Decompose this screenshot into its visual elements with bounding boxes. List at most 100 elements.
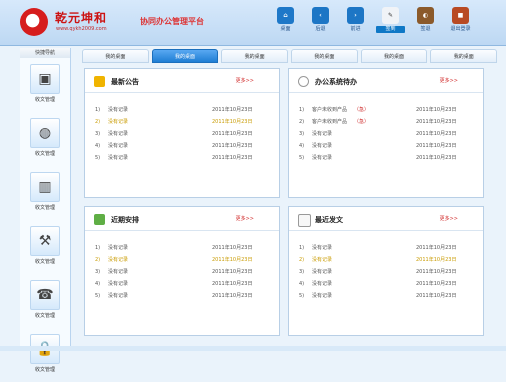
row-date: 2011年10月23日 — [212, 269, 253, 275]
sidebar-title: 快捷导航 — [20, 48, 70, 58]
row-date: 2011年10月23日 — [416, 293, 457, 299]
top-navigation: ⌂ 桌面 ‹ 后退 › 前进 ✎ 签到 ◐ 签退 ■ 退出登录 — [271, 7, 481, 33]
row-text: 没有记录 — [108, 131, 129, 137]
desktop-tabs: 我的桌面 我的桌面 我的桌面 我的桌面 我的桌面 我的桌面 — [82, 49, 500, 63]
row-number: 1) — [299, 107, 305, 113]
row-title: 客户未收到产品 — [312, 107, 348, 113]
sidebar-item-receive-1[interactable]: ▣ 收文管理 — [20, 64, 70, 112]
row-date: 2011年10月23日 — [212, 119, 253, 125]
row-text: 没有记录 — [312, 293, 333, 299]
list-item[interactable]: 4) 没有记录 2011年10月23日 — [95, 141, 265, 151]
list-item[interactable]: 5) 没有记录 2011年10月23日 — [95, 153, 265, 163]
list-item[interactable]: 3) 没有记录 2011年10月23日 — [95, 129, 265, 139]
list-item[interactable]: 3) 没有记录 2011年10月23日 — [95, 267, 265, 277]
row-text: 没有记录 — [108, 281, 129, 287]
sidebar-item-receive-3[interactable]: ▥ 收文管理 — [20, 172, 70, 220]
sidebar-item-receive-4[interactable]: ⚒ 收文管理 — [20, 226, 70, 274]
brand-url: www.qykh2009.com — [56, 26, 107, 32]
office-platform: 乾元坤和 www.qykh2009.com 协同办公管理平台 ⌂ 桌面 ‹ 后退… — [0, 0, 506, 373]
row-number: 1) — [299, 245, 305, 251]
nav-back[interactable]: ‹ 后退 — [306, 7, 335, 33]
urgent-badge: （急） — [354, 107, 370, 113]
nav-forward[interactable]: › 前进 — [341, 7, 370, 33]
list-item[interactable]: 5) 没有记录 2011年10月23日 — [95, 291, 265, 301]
row-date: 2011年10月23日 — [212, 143, 253, 149]
list-item[interactable]: 5) 没有记录 2011年10月23日 — [299, 153, 469, 163]
row-date: 2011年10月23日 — [416, 131, 457, 137]
more-link[interactable]: 更多>> — [236, 215, 254, 222]
tab-desktop-1[interactable]: 我的桌面 — [82, 49, 149, 63]
sidebar-item-receive-6[interactable]: 🔒收文管理 — [20, 334, 70, 382]
footer-bar — [0, 346, 506, 351]
nav-label: 退出登录 — [450, 26, 471, 32]
row-number: 4) — [299, 281, 305, 287]
announcement-icon — [94, 76, 105, 87]
row-date: 2011年10月23日 — [416, 119, 457, 125]
list-item[interactable]: 3) 没有记录 2011年10月23日 — [299, 267, 469, 277]
row-text: 没有记录 — [312, 245, 333, 251]
nav-logout[interactable]: ■ 退出登录 — [446, 7, 475, 33]
nav-label: 桌面 — [280, 26, 291, 32]
clock-icon — [298, 76, 309, 87]
tab-desktop-3[interactable]: 我的桌面 — [221, 49, 289, 63]
forward-icon: › — [347, 7, 364, 24]
panel-header: 近期安排 更多>> — [85, 207, 279, 231]
list-item[interactable]: 1) 没有记录 2011年10月23日 — [95, 105, 265, 115]
sidebar-item-label: 收文管理 — [34, 313, 55, 319]
row-date: 2011年10月23日 — [416, 269, 457, 275]
list-item[interactable]: 3) 没有记录 2011年10月23日 — [299, 129, 469, 139]
row-date: 2011年10月23日 — [416, 107, 457, 113]
more-link[interactable]: 更多>> — [440, 215, 458, 222]
globe-icon: ◍ — [30, 118, 60, 148]
list-item[interactable]: 2) 没有记录 2011年10月23日 — [95, 255, 265, 265]
panel-header: 最新公告 更多>> — [85, 69, 279, 93]
row-date: 2011年10月23日 — [416, 281, 457, 287]
row-text: 没有记录 — [312, 257, 333, 263]
nav-label: 前进 — [350, 26, 361, 32]
sidebar-item-receive-5[interactable]: ☎ 收文管理 — [20, 280, 70, 328]
list-item[interactable]: 2) 没有记录 2011年10月23日 — [299, 255, 469, 265]
list-item[interactable]: 1) 没有记录 2011年10月23日 — [299, 243, 469, 253]
logout-icon: ■ — [452, 7, 469, 24]
tools-icon: ⚒ — [30, 226, 60, 256]
panel-title: 最新公告 — [111, 78, 139, 86]
more-link[interactable]: 更多>> — [440, 77, 458, 84]
list-item[interactable]: 2) 没有记录 2011年10月23日 — [95, 117, 265, 127]
list-item[interactable]: 4) 没有记录 2011年10月23日 — [95, 279, 265, 289]
row-text: 客户未收到产品 （急） — [312, 105, 369, 115]
list-item[interactable]: 4) 没有记录 2011年10月23日 — [299, 141, 469, 151]
list-item[interactable]: 5) 没有记录 2011年10月23日 — [299, 291, 469, 301]
sidebar-item-label: 收文管理 — [34, 259, 55, 265]
row-text: 没有记录 — [312, 281, 333, 287]
row-text: 没有记录 — [108, 293, 129, 299]
row-text: 没有记录 — [108, 119, 129, 125]
schedule-panel: 近期安排 更多>> 1) 没有记录 2011年10月23日 2) 没有记录 2011年1… — [84, 206, 280, 336]
list-item[interactable]: 1) 没有记录 2011年10月23日 — [95, 243, 265, 253]
nav-desktop[interactable]: ⌂ 桌面 — [271, 7, 300, 33]
list-item[interactable]: 4) 没有记录 2011年10月23日 — [299, 279, 469, 289]
schedule-icon — [94, 214, 105, 225]
nav-label: 签到 — [376, 26, 405, 33]
tab-desktop-5[interactable]: 我的桌面 — [360, 49, 428, 63]
todo-panel: 办公系统待办 更多>> 1) 客户未收到产品 （急） 2011年10月23日 2) 客户… — [288, 68, 484, 198]
row-text: 没有记录 — [312, 131, 333, 137]
tab-desktop-4[interactable]: 我的桌面 — [291, 49, 358, 63]
nav-sign-out[interactable]: ◐ 签退 — [411, 7, 440, 33]
latest-announcement-panel: 最新公告 更多>> 1) 没有记录 2011年10月23日 2) 没有记录 2011年1… — [84, 68, 280, 198]
row-number: 4) — [95, 281, 101, 287]
list-item[interactable]: 2) 客户未收到产品 （急） 2011年10月23日 — [299, 117, 469, 127]
row-date: 2011年10月23日 — [212, 281, 253, 287]
tab-desktop-6[interactable]: 我的桌面 — [430, 49, 498, 63]
nav-sign-in[interactable]: ✎ 签到 — [376, 7, 405, 33]
row-number: 2) — [95, 257, 101, 263]
sidebar-item-label: 收文管理 — [34, 97, 55, 103]
sidebar-item-receive-2[interactable]: ◍ 收文管理 — [20, 118, 70, 166]
panel-title: 近期安排 — [111, 216, 139, 224]
list-item[interactable]: 1) 客户未收到产品 （急） 2011年10月23日 — [299, 105, 469, 115]
tab-desktop-2[interactable]: 我的桌面 — [151, 49, 219, 63]
row-text: 没有记录 — [108, 269, 129, 275]
row-date: 2011年10月23日 — [212, 293, 253, 299]
more-link[interactable]: 更多>> — [236, 77, 254, 84]
row-text: 没有记录 — [312, 155, 333, 161]
row-number: 5) — [95, 155, 101, 161]
